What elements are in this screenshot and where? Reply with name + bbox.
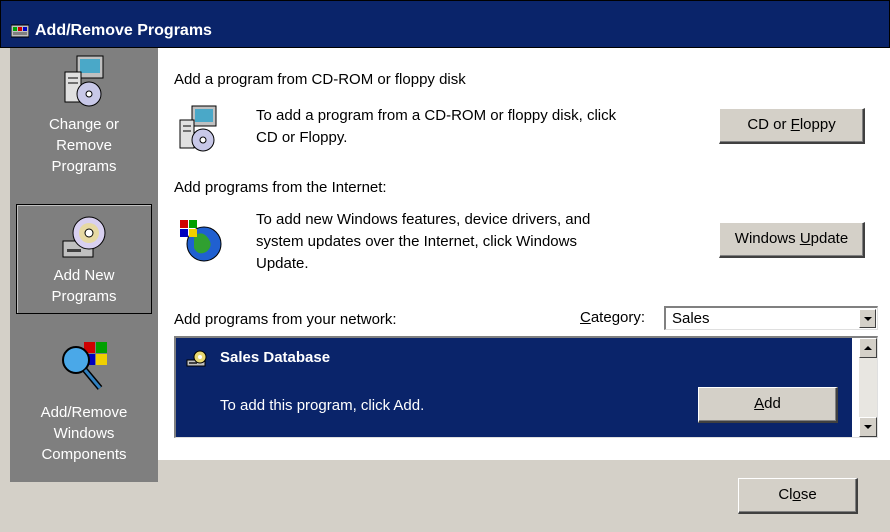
category-label: Category: (580, 308, 645, 328)
button-accelerator: A (754, 395, 765, 412)
title-bar[interactable]: Add/Remove Programs (0, 0, 890, 48)
button-text: se (800, 486, 817, 503)
sidebar-label-line: Change or (48, 116, 120, 133)
internet-description-line: system updates over the Internet, click … (256, 233, 577, 250)
add-new-programs-icon (62, 216, 106, 258)
internet-heading: Add programs from the Internet: (174, 179, 387, 196)
windows-update-globe-icon (180, 220, 222, 262)
close-button[interactable]: Close (738, 478, 858, 514)
sidebar: Change or Remove Programs Add New Progra… (10, 48, 158, 482)
chevron-down-icon (863, 316, 872, 321)
sidebar-bottom-panel (10, 482, 158, 532)
button-text: Windows (734, 230, 800, 247)
cdrom-install-icon (179, 105, 217, 152)
cd-or-floppy-button[interactable]: CD or Floppy (719, 108, 865, 144)
window-title: Add/Remove Programs (35, 22, 212, 39)
windows-update-button[interactable]: Windows Update (719, 222, 865, 258)
window-left-border (0, 48, 10, 532)
button-text: loppy (799, 116, 836, 133)
footer: Close (158, 460, 890, 532)
sidebar-label-line: Remove (56, 137, 112, 154)
category-select[interactable]: Sales (664, 306, 878, 330)
program-list: Sales Database To add this program, clic… (174, 336, 878, 438)
button-text: CD or (747, 116, 791, 133)
button-accelerator: F (790, 116, 800, 133)
sidebar-label-line: Windows (53, 425, 115, 442)
list-item[interactable]: Sales Database To add this program, clic… (176, 338, 852, 437)
cdrom-description-line: CD or Floppy. (256, 129, 348, 146)
chevron-up-icon (864, 346, 872, 350)
cdrom-description-line: To add a program from a CD-ROM or floppy… (256, 107, 617, 124)
program-name: Sales Database (220, 349, 331, 366)
sidebar-label-line: Components (41, 446, 127, 463)
scroll-down-button[interactable] (859, 417, 877, 437)
sidebar-label-line: Add New (53, 267, 115, 284)
button-accelerator: o (792, 486, 801, 503)
network-heading: Add programs from your network: (174, 311, 397, 328)
button-text: dd (764, 395, 781, 412)
internet-description-line: Update. (256, 255, 309, 272)
program-description: To add this program, click Add. (220, 397, 425, 414)
add-button[interactable]: Add (698, 387, 838, 423)
windows-components-icon (62, 342, 107, 390)
internet-description-line: To add new Windows features, device driv… (256, 211, 591, 228)
sidebar-label-line: Programs (51, 288, 117, 305)
programs-window-icon (11, 24, 29, 38)
sidebar-item-windows-components[interactable]: Add/Remove Windows Components (10, 338, 158, 465)
button-text: Cl (778, 486, 793, 503)
sidebar-label-line: Programs (51, 158, 117, 175)
scroll-up-button[interactable] (859, 338, 877, 358)
sidebar-item-add-new[interactable]: Add New Programs (16, 204, 152, 314)
button-text: pdate (810, 230, 849, 247)
sidebar-item-change-remove[interactable]: Change or Remove Programs (10, 50, 158, 177)
button-accelerator: U (799, 230, 811, 247)
label-text: ategory: (590, 309, 646, 326)
cdrom-heading: Add a program from CD-ROM or floppy disk (174, 71, 466, 88)
change-remove-programs-icon (64, 55, 104, 107)
category-selected-value: Sales (672, 310, 710, 327)
label-accelerator: C (580, 309, 591, 326)
chevron-down-icon (864, 425, 872, 429)
category-dropdown-button[interactable] (859, 309, 876, 328)
main-content: Add a program from CD-ROM or floppy disk… (158, 48, 890, 460)
network-program-icon (186, 350, 207, 367)
sidebar-label-line: Add/Remove (40, 404, 128, 421)
list-scrollbar[interactable] (859, 338, 877, 437)
